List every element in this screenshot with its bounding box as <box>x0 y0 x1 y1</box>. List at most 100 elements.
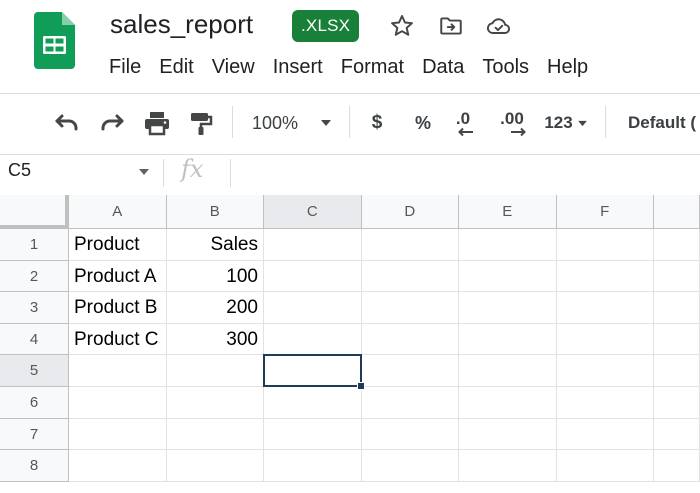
column-header-c[interactable]: C <box>264 195 362 229</box>
cell-c7[interactable] <box>264 418 362 451</box>
undo-icon[interactable] <box>50 107 84 139</box>
cell-d1[interactable] <box>361 229 459 261</box>
cell-e6[interactable] <box>459 387 557 419</box>
cell-b8[interactable] <box>166 450 264 482</box>
cell-c3[interactable] <box>264 292 362 324</box>
decrease-decimal-button[interactable]: .0 <box>446 107 480 139</box>
cell-f4[interactable] <box>556 323 654 356</box>
row-header-2[interactable]: 2 <box>0 260 69 293</box>
cell-b7[interactable] <box>166 418 264 451</box>
divider <box>0 93 700 94</box>
currency-format-button[interactable]: $ <box>363 107 391 139</box>
cell-overflow[interactable] <box>654 260 700 293</box>
cell-overflow[interactable] <box>654 418 700 451</box>
formula-input[interactable] <box>240 158 690 188</box>
cell-e5[interactable] <box>459 355 557 387</box>
zoom-select[interactable]: 100% <box>244 107 340 139</box>
row-header-5[interactable]: 5 <box>0 355 69 387</box>
row-header-6[interactable]: 6 <box>0 387 69 419</box>
cell-d3[interactable] <box>361 292 459 324</box>
cell-e1[interactable] <box>459 229 557 261</box>
row-header-3[interactable]: 3 <box>0 292 69 324</box>
paint-format-icon[interactable] <box>186 107 216 139</box>
menu-data[interactable]: Data <box>413 50 473 84</box>
cell-f6[interactable] <box>556 387 654 419</box>
cell-overflow[interactable] <box>654 450 700 482</box>
cell-d4[interactable] <box>361 323 459 356</box>
cell-b4[interactable]: 300 <box>166 323 264 356</box>
menu-help[interactable]: Help <box>538 50 597 84</box>
cloud-saved-icon[interactable] <box>484 11 514 41</box>
cell-overflow[interactable] <box>654 323 700 356</box>
cell-f1[interactable] <box>556 229 654 261</box>
cell-overflow[interactable] <box>654 292 700 324</box>
move-to-folder-icon[interactable] <box>436 11 466 41</box>
chevron-down-icon[interactable] <box>138 163 150 181</box>
cell-c5[interactable] <box>264 355 362 387</box>
percent-format-button[interactable]: % <box>409 107 437 139</box>
menu-edit[interactable]: Edit <box>150 50 202 84</box>
column-header-overflow <box>654 195 700 229</box>
cell-f7[interactable] <box>556 418 654 451</box>
cell-c8[interactable] <box>264 450 362 482</box>
cell-a4[interactable]: Product C <box>69 323 167 356</box>
cell-d7[interactable] <box>361 418 459 451</box>
cell-b3[interactable]: 200 <box>166 292 264 324</box>
cell-overflow[interactable] <box>654 229 700 261</box>
cell-d6[interactable] <box>361 387 459 419</box>
number-format-select[interactable]: 123 <box>538 107 594 139</box>
cell-a3[interactable]: Product B <box>69 292 167 324</box>
font-select[interactable]: Default ( <box>628 107 700 139</box>
column-header-f[interactable]: F <box>556 195 654 229</box>
menu-insert[interactable]: Insert <box>264 50 332 84</box>
cell-e3[interactable] <box>459 292 557 324</box>
menu-tools[interactable]: Tools <box>473 50 538 84</box>
select-all-corner[interactable] <box>0 195 69 229</box>
cell-f2[interactable] <box>556 260 654 293</box>
row-header-1[interactable]: 1 <box>0 229 69 261</box>
cell-d2[interactable] <box>361 260 459 293</box>
cell-e4[interactable] <box>459 323 557 356</box>
cell-a7[interactable] <box>69 418 167 451</box>
redo-icon[interactable] <box>95 107 129 139</box>
cell-d8[interactable] <box>361 450 459 482</box>
row-header-8[interactable]: 8 <box>0 450 69 482</box>
cell-a8[interactable] <box>69 450 167 482</box>
cell-b6[interactable] <box>166 387 264 419</box>
cell-e8[interactable] <box>459 450 557 482</box>
cell-a1[interactable]: Product <box>69 229 167 261</box>
menu-view[interactable]: View <box>203 50 264 84</box>
name-box[interactable]: C5 <box>8 160 31 181</box>
cell-b1[interactable]: Sales <box>166 229 264 261</box>
cell-a6[interactable] <box>69 387 167 419</box>
cell-f5[interactable] <box>556 355 654 387</box>
cell-overflow[interactable] <box>654 355 700 387</box>
cell-e2[interactable] <box>459 260 557 293</box>
column-header-a[interactable]: A <box>69 195 167 229</box>
fill-handle[interactable] <box>356 382 365 390</box>
cell-a5[interactable] <box>69 355 167 387</box>
row-header-4[interactable]: 4 <box>0 323 69 356</box>
column-header-d[interactable]: D <box>361 195 459 229</box>
cell-f8[interactable] <box>556 450 654 482</box>
cell-e7[interactable] <box>459 418 557 451</box>
cell-c4[interactable] <box>264 323 362 356</box>
cell-overflow[interactable] <box>654 387 700 419</box>
menu-format[interactable]: Format <box>332 50 413 84</box>
print-icon[interactable] <box>140 107 174 139</box>
increase-decimal-button[interactable]: .00 <box>492 107 532 139</box>
cell-c2[interactable] <box>264 260 362 293</box>
cell-c6[interactable] <box>264 387 362 419</box>
column-header-e[interactable]: E <box>459 195 557 229</box>
cell-f3[interactable] <box>556 292 654 324</box>
cell-b5[interactable] <box>166 355 264 387</box>
cell-b2[interactable]: 100 <box>166 260 264 293</box>
star-icon[interactable] <box>387 11 417 41</box>
cell-a2[interactable]: Product A <box>69 260 167 293</box>
row-header-7[interactable]: 7 <box>0 418 69 451</box>
column-header-b[interactable]: B <box>166 195 264 229</box>
document-title[interactable]: sales_report <box>110 4 253 44</box>
menu-file[interactable]: File <box>100 50 150 84</box>
cell-c1[interactable] <box>264 229 362 261</box>
cell-d5[interactable] <box>361 355 459 387</box>
